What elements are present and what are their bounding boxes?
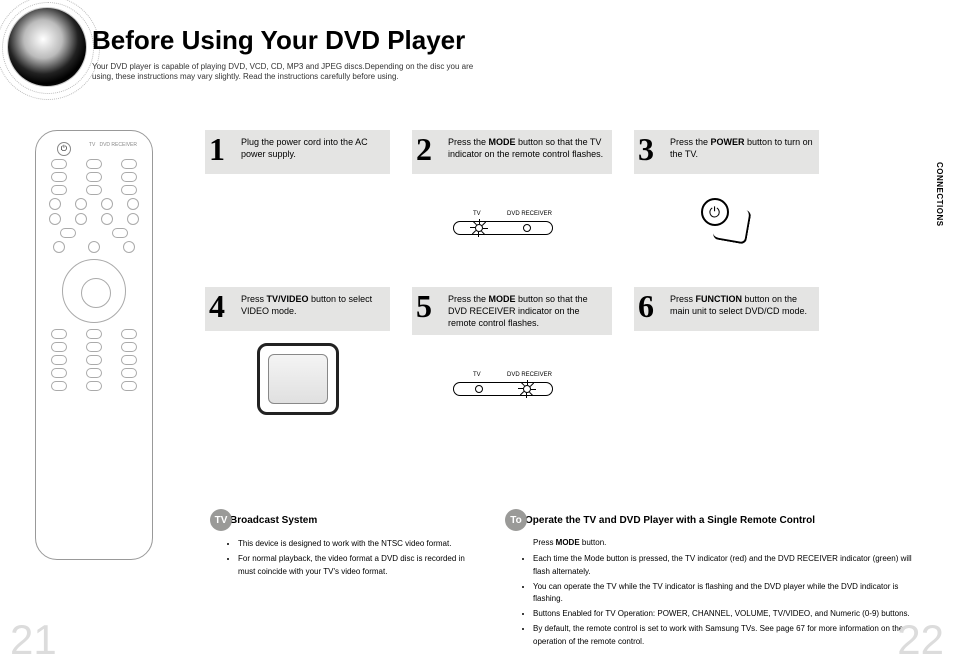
step-text: Plug the power cord into the AC power su… xyxy=(241,137,368,159)
page-number-left: 21 xyxy=(10,616,57,664)
flash-icon xyxy=(471,219,489,237)
flash-icon xyxy=(519,380,537,398)
remote-illustration: ⏻ TV DVD RECEIVER xyxy=(35,130,153,560)
single-remote-bullets: Each time the Mode button is pressed, th… xyxy=(505,553,925,649)
remote-btn xyxy=(51,172,67,182)
remote-btn xyxy=(127,198,139,210)
step-number: 4 xyxy=(209,285,225,328)
speaker-graphic xyxy=(8,8,86,86)
pill-tv: TV xyxy=(210,509,232,531)
step-3: 3 Press the POWER button to turn on the … xyxy=(634,130,819,269)
remote-btn xyxy=(86,159,102,169)
remote-btn xyxy=(121,172,137,182)
step-number: 6 xyxy=(638,285,654,328)
single-remote-section: To Operate the TV and DVD Player with a … xyxy=(505,510,925,651)
bullet: You can operate the TV while the TV indi… xyxy=(533,581,925,607)
remote-btn xyxy=(101,198,113,210)
remote-btn xyxy=(86,381,102,391)
remote-btn xyxy=(49,213,61,225)
remote-btn xyxy=(101,213,113,225)
remote-dpad xyxy=(62,259,126,323)
step-6: 6 Press FUNCTION button on the main unit… xyxy=(634,287,819,430)
remote-btn xyxy=(88,241,100,253)
indicator-label-tv: TV xyxy=(473,211,481,217)
step-text: Press the MODE button so that the TV ind… xyxy=(448,137,603,159)
remote-btn xyxy=(86,355,102,365)
step-number: 5 xyxy=(416,285,432,328)
bullet: Buttons Enabled for TV Operation: POWER,… xyxy=(533,608,925,621)
remote-btn xyxy=(123,241,135,253)
indicator-label-dvd: DVD RECEIVER xyxy=(507,372,552,378)
remote-btn xyxy=(86,185,102,195)
step-5: 5 Press the MODE button so that the DVD … xyxy=(412,287,612,430)
step-2: 2 Press the MODE button so that the TV i… xyxy=(412,130,612,269)
page-number-right: 22 xyxy=(897,616,944,664)
remote-btn xyxy=(121,381,137,391)
bullet: For normal playback, the video format a … xyxy=(238,553,490,579)
intro-text: Your DVD player is capable of playing DV… xyxy=(92,62,492,83)
indicator-label-dvd: DVD RECEIVER xyxy=(507,211,552,217)
remote-btn xyxy=(49,198,61,210)
remote-btn xyxy=(53,241,65,253)
single-remote-sub: Press MODE button. xyxy=(505,538,925,547)
steps-grid: 1 Plug the power cord into the AC power … xyxy=(205,130,925,430)
remote-btn xyxy=(86,172,102,182)
remote-btn xyxy=(51,381,67,391)
indicator-tv-flash: TV DVD RECEIVER xyxy=(437,207,587,237)
remote-label: TV DVD RECEIVER xyxy=(89,142,137,154)
remote-btn xyxy=(51,185,67,195)
remote-btn xyxy=(86,368,102,378)
remote-btn xyxy=(51,159,67,169)
page-title: Before Using Your DVD Player xyxy=(92,25,465,56)
bullet: This device is designed to work with the… xyxy=(238,538,490,551)
remote-btn xyxy=(86,342,102,352)
remote-btn xyxy=(112,228,128,238)
pill-to: To xyxy=(505,509,527,531)
remote-btn xyxy=(75,213,87,225)
power-press-icon: ⏻ xyxy=(697,194,757,249)
step-text: Press the POWER button to turn on the TV… xyxy=(670,137,813,159)
tv-broadcast-section: TV Broadcast System This device is desig… xyxy=(210,510,490,580)
step-text: Press FUNCTION button on the main unit t… xyxy=(670,294,807,316)
remote-btn xyxy=(121,355,137,365)
section-tab: CONNECTIONS xyxy=(935,162,944,227)
indicator-dvd-flash: TV DVD RECEIVER xyxy=(437,368,587,398)
step-text: Press TV/VIDEO button to select VIDEO mo… xyxy=(241,294,372,316)
remote-btn xyxy=(51,355,67,365)
step-number: 3 xyxy=(638,128,654,171)
bullet: Each time the Mode button is pressed, th… xyxy=(533,553,925,579)
remote-btn xyxy=(60,228,76,238)
remote-btn xyxy=(86,329,102,339)
remote-btn xyxy=(121,342,137,352)
remote-btn xyxy=(121,368,137,378)
tv-broadcast-bullets: This device is designed to work with the… xyxy=(210,538,490,578)
step-number: 1 xyxy=(209,128,225,171)
bullet: By default, the remote control is set to… xyxy=(533,623,925,649)
step-4: 4 Press TV/VIDEO button to select VIDEO … xyxy=(205,287,390,430)
remote-btn xyxy=(75,198,87,210)
indicator-label-tv: TV xyxy=(473,372,481,378)
step-text: Press the MODE button so that the DVD RE… xyxy=(448,294,588,328)
single-remote-heading: Operate the TV and DVD Player with a Sin… xyxy=(525,515,815,526)
tv-screen-icon xyxy=(257,343,339,415)
remote-power-icon: ⏻ xyxy=(57,142,71,156)
remote-btn xyxy=(127,213,139,225)
step-number: 2 xyxy=(416,128,432,171)
tv-broadcast-heading: Broadcast System xyxy=(230,515,317,526)
remote-btn xyxy=(121,329,137,339)
step-1: 1 Plug the power cord into the AC power … xyxy=(205,130,390,269)
remote-btn xyxy=(51,368,67,378)
remote-btn xyxy=(121,159,137,169)
remote-btn xyxy=(51,342,67,352)
remote-btn xyxy=(121,185,137,195)
remote-btn xyxy=(51,329,67,339)
